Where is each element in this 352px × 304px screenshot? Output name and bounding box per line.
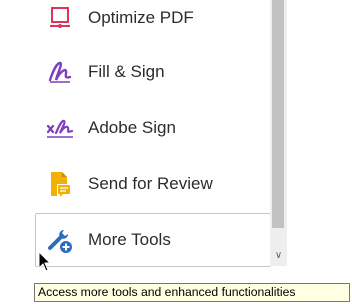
left-margin [0, 0, 36, 304]
more-tools-button[interactable]: More Tools [35, 213, 271, 267]
optimize-pdf-icon [46, 4, 74, 32]
tool-label: Optimize PDF [88, 8, 194, 27]
scroll-down-arrow-icon[interactable]: ∨ [270, 244, 287, 266]
vertical-scrollbar[interactable]: ∨ [270, 0, 287, 266]
tool-label: Send for Review [88, 174, 213, 193]
tool-send-for-review[interactable]: Send for Review [36, 158, 270, 210]
tool-optimize-pdf[interactable]: Optimize PDF [36, 0, 270, 44]
tool-label: Fill & Sign [88, 62, 165, 81]
tooltip: Access more tools and enhanced functiona… [34, 283, 350, 302]
fill-sign-icon [46, 58, 74, 86]
adobe-sign-icon [46, 114, 74, 142]
scrollbar-thumb[interactable] [272, 0, 284, 228]
mouse-cursor-icon [38, 251, 52, 272]
tool-adobe-sign[interactable]: Adobe Sign [36, 102, 270, 154]
tool-fill-sign[interactable]: Fill & Sign [36, 46, 270, 98]
more-tools-icon [46, 226, 74, 254]
tool-label: Adobe Sign [88, 118, 176, 137]
tool-label: More Tools [88, 230, 171, 249]
send-for-review-icon [46, 170, 74, 198]
